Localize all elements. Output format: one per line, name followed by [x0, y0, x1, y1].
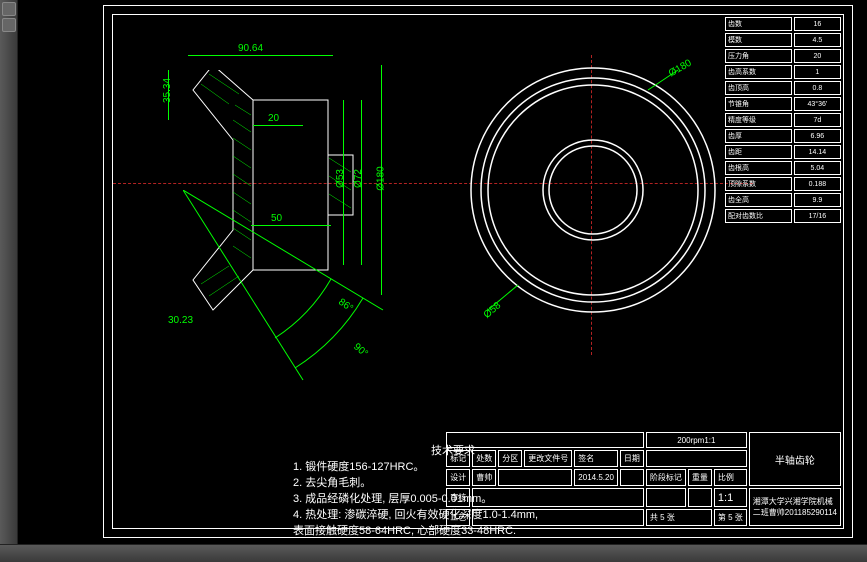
dim-text: Ø53	[335, 169, 346, 188]
cad-canvas[interactable]: 90.64 35.34 20 50 30.23 Ø53 Ø72 Ø180 Ø18…	[18, 0, 867, 544]
param-name: 模数	[725, 33, 792, 47]
param-value: 5.04	[794, 161, 841, 175]
param-value: 4.5	[794, 33, 841, 47]
left-toolbar[interactable]	[0, 0, 18, 562]
param-value: 17/16	[794, 209, 841, 223]
tool-button[interactable]	[2, 2, 16, 16]
drawing-border: 90.64 35.34 20 50 30.23 Ø53 Ø72 Ø180 Ø18…	[103, 5, 853, 538]
param-name: 齿数	[725, 17, 792, 31]
bottom-toolbar[interactable]	[0, 544, 867, 562]
param-value: 9.9	[794, 193, 841, 207]
drawing-border-inner: 90.64 35.34 20 50 30.23 Ø53 Ø72 Ø180 Ø18…	[112, 14, 844, 529]
title-block: 200rpm1:1 半轴齿轮 标记处数分区 更改文件号签名日期 设计曹帅 201…	[444, 430, 843, 528]
param-value: 1	[794, 65, 841, 79]
dim-text: Ø72	[353, 169, 364, 188]
dim-line	[253, 125, 303, 126]
param-value: 0.188	[794, 177, 841, 191]
param-value: 20	[794, 49, 841, 63]
param-value: 7d	[794, 113, 841, 127]
param-name: 顶隙系数	[725, 177, 792, 191]
dim-line	[188, 55, 333, 56]
dim-text: 35.34	[162, 78, 173, 103]
param-name: 精度等级	[725, 113, 792, 127]
diameter-dims	[463, 60, 723, 320]
angle-dim	[183, 190, 443, 390]
param-value: 6.96	[794, 129, 841, 143]
param-value: 0.8	[794, 81, 841, 95]
param-name: 压力角	[725, 49, 792, 63]
tool-button[interactable]	[2, 18, 16, 32]
param-value: 14.14	[794, 145, 841, 159]
param-name: 齿高系数	[725, 65, 792, 79]
param-name: 配对齿数比	[725, 209, 792, 223]
param-name: 齿根高	[725, 161, 792, 175]
param-name: 齿厚	[725, 129, 792, 143]
dim-text: 50	[271, 213, 282, 224]
dim-text: 90.64	[238, 43, 263, 54]
param-name: 齿距	[725, 145, 792, 159]
param-name: 节锥角	[725, 97, 792, 111]
gear-parameter-table: 齿数16模数4.5压力角20齿高系数1齿顶高0.8节锥角43°36'精度等级7d…	[723, 15, 843, 225]
param-value: 43°36'	[794, 97, 841, 111]
dim-text: 20	[268, 113, 279, 124]
dim-text: 30.23	[168, 315, 193, 326]
param-name: 齿全高	[725, 193, 792, 207]
param-value: 16	[794, 17, 841, 31]
param-name: 齿顶高	[725, 81, 792, 95]
dim-text: Ø180	[376, 166, 387, 190]
